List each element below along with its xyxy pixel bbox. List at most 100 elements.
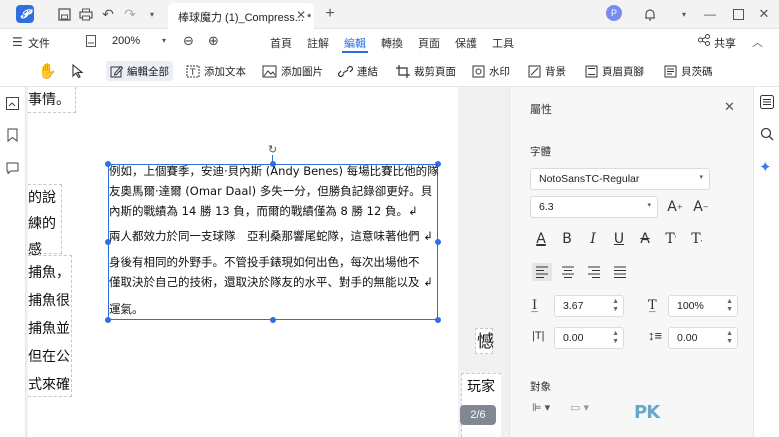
close-panel-icon[interactable]: ✕ bbox=[724, 99, 735, 115]
frag-text: 式來確 bbox=[28, 377, 70, 393]
left-sidebar bbox=[0, 87, 26, 437]
page-view-icon[interactable] bbox=[86, 35, 96, 50]
tab-convert[interactable]: 轉換 bbox=[381, 35, 403, 51]
increase-font-size-icon[interactable]: A + bbox=[666, 198, 684, 216]
align-right-icon[interactable] bbox=[584, 263, 604, 284]
hand-tool-icon[interactable]: ✋ bbox=[38, 61, 57, 81]
align-center-icon[interactable] bbox=[558, 263, 578, 284]
chevron-down-icon: ▾ bbox=[647, 202, 651, 209]
share-icon[interactable] bbox=[698, 34, 710, 49]
frag-text: 但在公 bbox=[28, 349, 70, 365]
font-color-icon[interactable]: A bbox=[532, 230, 550, 248]
tab-protect[interactable]: 保護 bbox=[455, 35, 477, 51]
text-block-fragment[interactable]: 憾 bbox=[475, 328, 494, 354]
hamburger-menu-icon[interactable]: ☰ bbox=[12, 35, 23, 49]
paragraph-line[interactable]: 運氣。 bbox=[109, 300, 439, 319]
zoom-dropdown-icon[interactable]: ▾ bbox=[162, 36, 166, 45]
zoom-in-icon[interactable]: ⊕ bbox=[208, 33, 219, 49]
tab-home[interactable]: 首頁 bbox=[270, 35, 292, 51]
text-block-fragment[interactable]: 事情。 bbox=[28, 87, 76, 113]
add-text-button[interactable]: T 添加文本 bbox=[186, 61, 246, 81]
object-section-title: 對象 bbox=[530, 381, 551, 393]
page-indicator[interactable]: 2/6 bbox=[460, 405, 496, 425]
zoom-out-icon[interactable]: ⊖ bbox=[183, 33, 194, 49]
decrease-font-size-icon[interactable]: A − bbox=[692, 198, 710, 216]
add-image-button[interactable]: 添加圖片 bbox=[262, 61, 323, 81]
minimize-icon[interactable]: — bbox=[702, 6, 718, 22]
frag-text: 的說 bbox=[28, 190, 56, 206]
file-menu[interactable]: 文件 bbox=[28, 35, 50, 51]
thumbnail-icon[interactable] bbox=[6, 97, 19, 113]
redo-icon[interactable]: ↷ bbox=[122, 6, 138, 22]
tab-annotate[interactable]: 註解 bbox=[307, 35, 329, 51]
paragraph-spacing-input[interactable]: 0.00 ▲ ▼ bbox=[668, 327, 738, 349]
distribute-objects-icon[interactable]: ▭ ▾ bbox=[570, 401, 589, 414]
tab-edit[interactable]: 編輯 bbox=[342, 35, 368, 53]
new-tab-icon[interactable]: + bbox=[322, 5, 338, 22]
paragraph-line[interactable]: 友奧馬爾·達爾 (Omar Daal) 多失一分，但勝負記錄卻更好。貝 bbox=[109, 182, 439, 201]
quick-access-dropdown-icon[interactable]: ▾ bbox=[144, 6, 160, 22]
link-button[interactable]: 連結 bbox=[338, 61, 378, 81]
justify-icon[interactable] bbox=[610, 263, 630, 284]
underline-icon[interactable]: U bbox=[610, 230, 628, 248]
superscript-icon[interactable]: T ' bbox=[662, 230, 680, 248]
crop-page-label: 裁剪頁面 bbox=[414, 65, 456, 78]
share-button[interactable]: 共享 bbox=[714, 35, 736, 51]
background-button[interactable]: 背景 bbox=[528, 61, 566, 81]
undo-icon[interactable]: ↶ bbox=[100, 6, 116, 22]
font-family-select[interactable]: NotoSansTC-Regular ▾ bbox=[530, 168, 710, 190]
document-view[interactable]: 事情。 的說 練的感 捕魚， 捕魚很 捕魚並 但在公 式來確 憾 玩家 ↻ 例如… bbox=[26, 87, 509, 437]
paragraph-spacing-value: 0.00 bbox=[677, 332, 698, 344]
char-spacing-input[interactable]: 0.00 ▲ ▼ bbox=[554, 327, 624, 349]
avatar[interactable]: P bbox=[606, 5, 622, 21]
italic-icon[interactable]: I bbox=[584, 230, 602, 248]
char-spacing-icon: |T| bbox=[532, 330, 545, 342]
tab-page[interactable]: 頁面 bbox=[418, 35, 440, 51]
paragraph-line[interactable]: 兩人都效力於同一支球隊 亞利桑那響尾蛇隊，這意味著他們 ↲ bbox=[109, 227, 439, 246]
document-tab[interactable]: 棒球魔力 (1)_Compress... * ✕ bbox=[168, 3, 314, 29]
panel-title: 屬性 bbox=[530, 104, 552, 116]
watermark-button[interactable]: 水印 bbox=[472, 61, 510, 81]
properties-panel-icon[interactable] bbox=[760, 95, 774, 112]
subscript-icon[interactable]: T, bbox=[688, 230, 706, 248]
font-size-select[interactable]: 6.3 ▾ bbox=[530, 196, 658, 218]
text-block-fragment[interactable]: 的說 練的感 bbox=[28, 184, 62, 258]
background-label: 背景 bbox=[545, 65, 566, 78]
stepper-icon[interactable]: ▲ ▼ bbox=[726, 330, 733, 346]
maximize-icon[interactable] bbox=[730, 6, 746, 22]
save-icon[interactable] bbox=[56, 6, 72, 22]
strikethrough-icon[interactable]: A bbox=[636, 230, 654, 248]
pdf-page: 事情。 的說 練的感 捕魚， 捕魚很 捕魚並 但在公 式來確 憾 玩家 ↻ 例如… bbox=[28, 87, 501, 437]
stepper-icon[interactable]: ▲ ▼ bbox=[726, 298, 733, 314]
tab-tools[interactable]: 工具 bbox=[492, 35, 514, 51]
paragraph-line[interactable]: 例如，上個賽季，安迪·貝內斯 (Andy Benes) 每場比賽比他的隊 bbox=[109, 162, 439, 181]
line-spacing-input[interactable]: 3.67 ▲ ▼ bbox=[554, 295, 624, 317]
zoom-level[interactable]: 200% bbox=[112, 35, 140, 47]
paragraph-line[interactable]: 僅取決於自己的技術，還取決於隊友的水平、對手的無能以及 ↲ bbox=[109, 273, 439, 292]
select-tool-icon[interactable] bbox=[72, 61, 87, 81]
search-icon[interactable] bbox=[760, 127, 774, 144]
svg-text:T: T bbox=[189, 68, 196, 78]
edit-all-button[interactable]: 編輯全部 bbox=[106, 61, 173, 81]
paragraph-line[interactable]: 身後有相同的外野手。不管投手錶現如何出色，每次出場他不 bbox=[109, 253, 439, 272]
print-icon[interactable] bbox=[78, 6, 94, 22]
ai-assistant-icon[interactable]: ✦ bbox=[759, 158, 772, 176]
align-objects-icon[interactable]: ⊫ ▾ bbox=[532, 401, 550, 414]
char-scale-input[interactable]: 100% ▲ ▼ bbox=[668, 295, 738, 317]
align-left-icon[interactable] bbox=[532, 263, 552, 281]
bates-number-button[interactable]: 貝茨碼 bbox=[664, 61, 713, 81]
close-window-icon[interactable]: ✕ bbox=[756, 6, 772, 22]
crop-page-button[interactable]: 裁剪頁面 bbox=[396, 61, 456, 81]
window-options-icon[interactable]: ▾ bbox=[676, 6, 692, 22]
bookmark-icon[interactable] bbox=[7, 128, 18, 145]
paragraph-line[interactable]: 內斯的戰績為 14 勝 13 負，而爾的戰績僅為 8 勝 12 負。↲ bbox=[109, 202, 439, 221]
stepper-icon[interactable]: ▲ ▼ bbox=[612, 298, 619, 314]
collapse-ribbon-icon[interactable]: ︿ bbox=[752, 34, 763, 50]
comment-icon[interactable] bbox=[6, 162, 19, 177]
close-tab-icon[interactable]: ✕ bbox=[296, 8, 306, 22]
text-block-fragment[interactable]: 捕魚， 捕魚很 捕魚並 但在公 式來確 bbox=[28, 255, 72, 397]
stepper-icon[interactable]: ▲ ▼ bbox=[612, 330, 619, 346]
header-footer-button[interactable]: 頁眉頁腳 bbox=[585, 61, 644, 81]
notification-bell-icon[interactable] bbox=[642, 6, 658, 22]
bold-icon[interactable]: B bbox=[558, 230, 576, 248]
